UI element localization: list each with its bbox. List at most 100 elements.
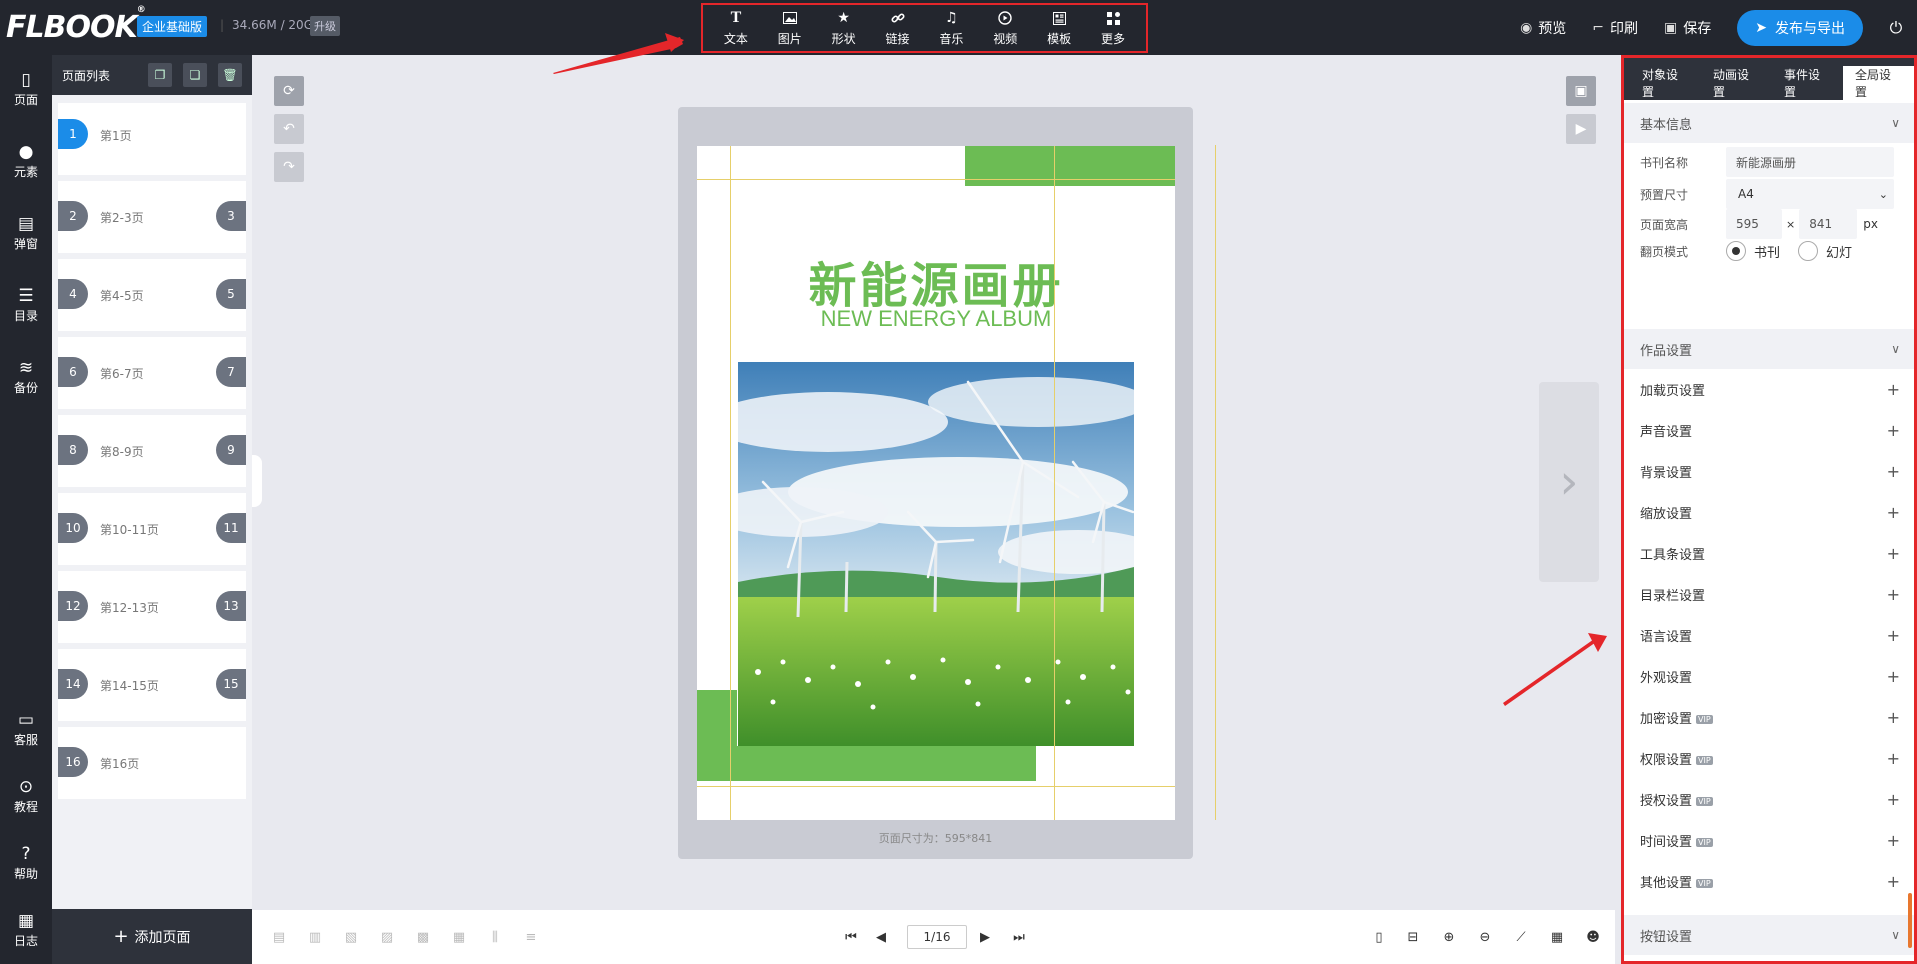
guides-icon[interactable]: ⟋ [1512,928,1530,946]
tool-music[interactable]: ♫ 音乐 [926,9,976,47]
setting-item[interactable]: 缩放设置 + [1624,492,1914,533]
power-icon[interactable]: ⏻ [1879,11,1913,45]
mascot-icon[interactable]: ☻ [1584,928,1602,946]
page-height-field[interactable]: 841 [1799,209,1858,239]
wind-turbine-photo[interactable] [738,362,1134,746]
tab-global-settings[interactable]: 全局设置 [1843,66,1914,100]
setting-item[interactable]: 外观设置 + [1624,656,1914,697]
preview-button[interactable]: ◉ 预览 [1520,18,1566,38]
book-name-field[interactable]: 新能源画册 [1726,147,1894,177]
setting-item[interactable]: 工具条设置 + [1624,533,1914,574]
next-page-icon[interactable]: ▶ [976,928,994,946]
page-item-10-11[interactable]: 10 第10-11页 11 [58,493,246,565]
tool-shape[interactable]: ★ 形状 [819,9,869,47]
copy-page-icon[interactable]: ❐ [148,63,172,87]
align-left-icon[interactable]: ▤ [270,928,288,946]
align-top-icon[interactable]: ▨ [378,928,396,946]
page-canvas[interactable]: 新能源画册 NEW ENERGY ALBUM [697,146,1175,820]
collapse-panel-handle[interactable] [252,455,262,507]
tool-template[interactable]: 模板 [1034,9,1084,47]
page-item-14-15[interactable]: 14 第14-15页 15 [58,649,246,721]
add-page-button[interactable]: + 添加页面 [52,909,252,964]
distribute-v-icon[interactable]: ≡ [522,928,540,946]
page-settings-icon[interactable]: ▣ [1566,76,1596,106]
publish-button[interactable]: ➤ 发布与导出 [1737,9,1863,46]
print-button[interactable]: ⌐ 印刷 [1592,18,1638,38]
nav-elements[interactable]: ● 元素 [0,141,52,180]
align-right-icon[interactable]: ▧ [342,928,360,946]
next-page-button[interactable]: › [1539,382,1599,582]
zoom-out-icon[interactable]: ⊖ [1476,928,1494,946]
align-middle-icon[interactable]: ▩ [414,928,432,946]
preset-size-select[interactable]: A4 ⌄ [1726,179,1894,209]
trash-icon[interactable]: 🗑 [218,63,242,87]
section-basic-info[interactable]: 基本信息 ∨ [1624,103,1914,143]
tab-animation-settings[interactable]: 动画设置 [1701,66,1772,100]
save-button[interactable]: ▣ 保存 [1664,18,1711,38]
page-item-12-13[interactable]: 12 第12-13页 13 [58,571,246,643]
log-icon: ▦ [17,911,35,931]
setting-item[interactable]: 加载页设置 + [1624,369,1914,410]
duplicate-page-icon[interactable]: ❏ [183,63,207,87]
tab-event-settings[interactable]: 事件设置 [1772,66,1843,100]
more-icon [1104,9,1122,27]
prev-page-icon[interactable]: ◀ [872,928,890,946]
page-item-1[interactable]: 1 第1页 [58,103,246,175]
app-logo[interactable]: FLBOOK® [6,5,146,45]
flip-mode-book-radio[interactable]: 书刊 [1726,241,1780,261]
cover-title-en[interactable]: NEW ENERGY ALBUM [697,306,1175,332]
flip-mode-slide-radio[interactable]: 幻灯 [1798,241,1852,261]
nav-popup[interactable]: ▤ 弹窗 [0,213,52,252]
setting-item[interactable]: 背景设置 + [1624,451,1914,492]
setting-item[interactable]: 加密设置 VIP + [1624,697,1914,738]
setting-item[interactable]: 目录栏设置 + [1624,574,1914,615]
section-button-settings[interactable]: 按钮设置 ∨ [1624,915,1914,955]
setting-item[interactable]: 声音设置 + [1624,410,1914,451]
nav-help[interactable]: ? 帮助 [0,843,52,882]
nav-log[interactable]: ▦ 日志 [0,910,52,949]
page-item-16[interactable]: 16 第16页 [58,727,246,799]
setting-item[interactable]: 其他设置 VIP + [1624,861,1914,902]
setting-item[interactable]: 授权设置 VIP + [1624,779,1914,820]
align-bottom-icon[interactable]: ▦ [450,928,468,946]
redo-icon[interactable]: ↷ [274,152,304,182]
distribute-h-icon[interactable]: ⫼ [486,928,504,946]
setting-item[interactable]: 语言设置 + [1624,615,1914,656]
tool-image[interactable]: 图片 [765,9,815,47]
play-preview-icon[interactable]: ▶ [1566,114,1596,144]
guide-line [730,146,731,820]
auto-layout-icon[interactable]: ⟳ [274,76,304,106]
page-item-6-7[interactable]: 6 第6-7页 7 [58,337,246,409]
green-band-top[interactable] [965,146,1175,186]
green-block-left[interactable] [697,690,737,781]
single-page-icon[interactable]: ▯ [1370,928,1388,946]
undo-icon[interactable]: ↶ [274,114,304,144]
scrollbar-thumb[interactable] [1908,893,1912,948]
section-work-settings[interactable]: 作品设置 ∨ [1624,329,1914,369]
fit-width-icon[interactable]: ⊟ [1404,928,1422,946]
nav-toc[interactable]: ☰ 目录 [0,285,52,324]
upgrade-button[interactable]: 升级 [310,16,340,36]
first-page-icon[interactable]: ⏮ [842,928,860,946]
page-indicator[interactable]: 1/16 [907,925,967,949]
grid-icon[interactable]: ▦ [1548,928,1566,946]
tool-text[interactable]: T 文本 [711,9,761,47]
tool-more[interactable]: 更多 [1088,9,1138,47]
last-page-icon[interactable]: ⏭ [1010,928,1028,946]
setting-item[interactable]: 权限设置 VIP + [1624,738,1914,779]
page-item-2-3[interactable]: 2 第2-3页 3 [58,181,246,253]
green-band-bottom[interactable] [737,746,1036,781]
tab-object-settings[interactable]: 对象设置 [1630,66,1701,100]
tool-video[interactable]: 视频 [980,9,1030,47]
page-item-4-5[interactable]: 4 第4-5页 5 [58,259,246,331]
align-center-h-icon[interactable]: ▥ [306,928,324,946]
nav-backup[interactable]: ≋ 备份 [0,357,52,396]
nav-service[interactable]: ▭ 客服 [0,709,52,748]
nav-tutorial[interactable]: ⊙ 教程 [0,776,52,815]
setting-item[interactable]: 时间设置 VIP + [1624,820,1914,861]
page-item-8-9[interactable]: 8 第8-9页 9 [58,415,246,487]
page-width-field[interactable]: 595 [1726,209,1782,239]
zoom-in-icon[interactable]: ⊕ [1440,928,1458,946]
nav-page[interactable]: ▯ 页面 [0,69,52,108]
tool-link[interactable]: 链接 [873,9,923,47]
